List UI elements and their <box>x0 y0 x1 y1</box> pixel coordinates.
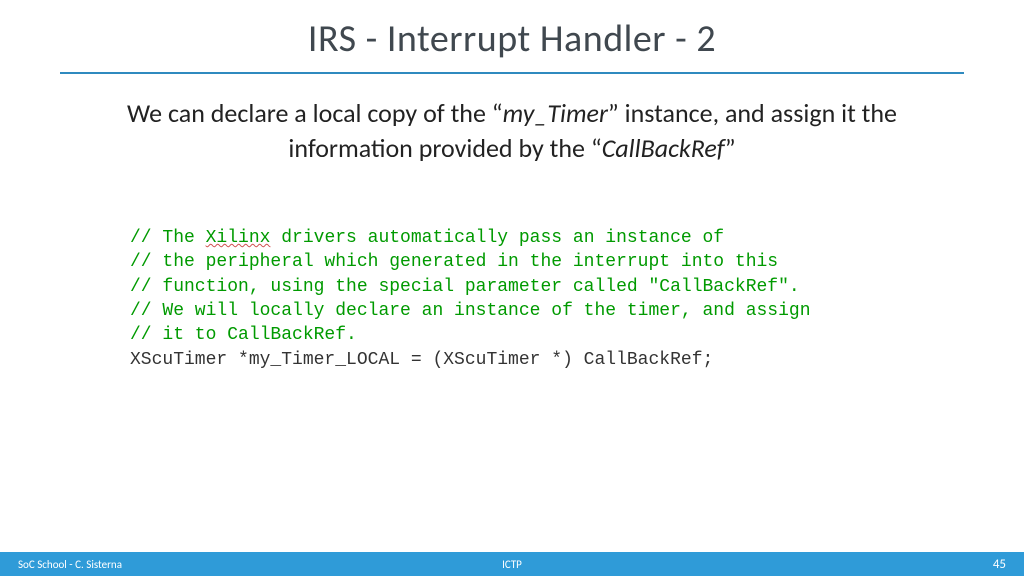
body-line1-italic: my_Timer <box>503 97 608 129</box>
footer-center: ICTP <box>0 558 1024 571</box>
body-line2-italic: CallBackRef <box>602 132 725 164</box>
footer-bar: SoC School - C. Sisterna ICTP 45 <box>0 552 1024 576</box>
code-comment-1a: // The <box>130 228 206 248</box>
body-line2-b: ” <box>725 132 736 164</box>
code-comment-1b: drivers automatically pass an instance o… <box>270 228 724 248</box>
code-comment-3: // function, using the special parameter… <box>130 277 800 297</box>
body-line2-a: information provided by the “ <box>288 132 601 164</box>
code-comment-5: // it to CallBackRef. <box>130 325 357 345</box>
footer-page-number: 45 <box>993 557 1006 572</box>
code-comment-1-squiggle: Xilinx <box>206 228 271 248</box>
body-text: We can declare a local copy of the “my_T… <box>60 96 964 166</box>
code-comment-2: // the peripheral which generated in the… <box>130 252 778 272</box>
code-block: // The Xilinx drivers automatically pass… <box>130 226 1024 372</box>
slide-title: IRS - Interrupt Handler - 2 <box>0 0 1024 62</box>
title-underline <box>60 72 964 74</box>
code-comment-4: // We will locally declare an instance o… <box>130 301 811 321</box>
body-line1-a: We can declare a local copy of the “ <box>127 97 503 129</box>
code-statement: XScuTimer *my_Timer_LOCAL = (XScuTimer *… <box>130 350 713 370</box>
slide: IRS - Interrupt Handler - 2 We can decla… <box>0 0 1024 576</box>
body-line1-b: ” instance, and assign it the <box>608 97 897 129</box>
